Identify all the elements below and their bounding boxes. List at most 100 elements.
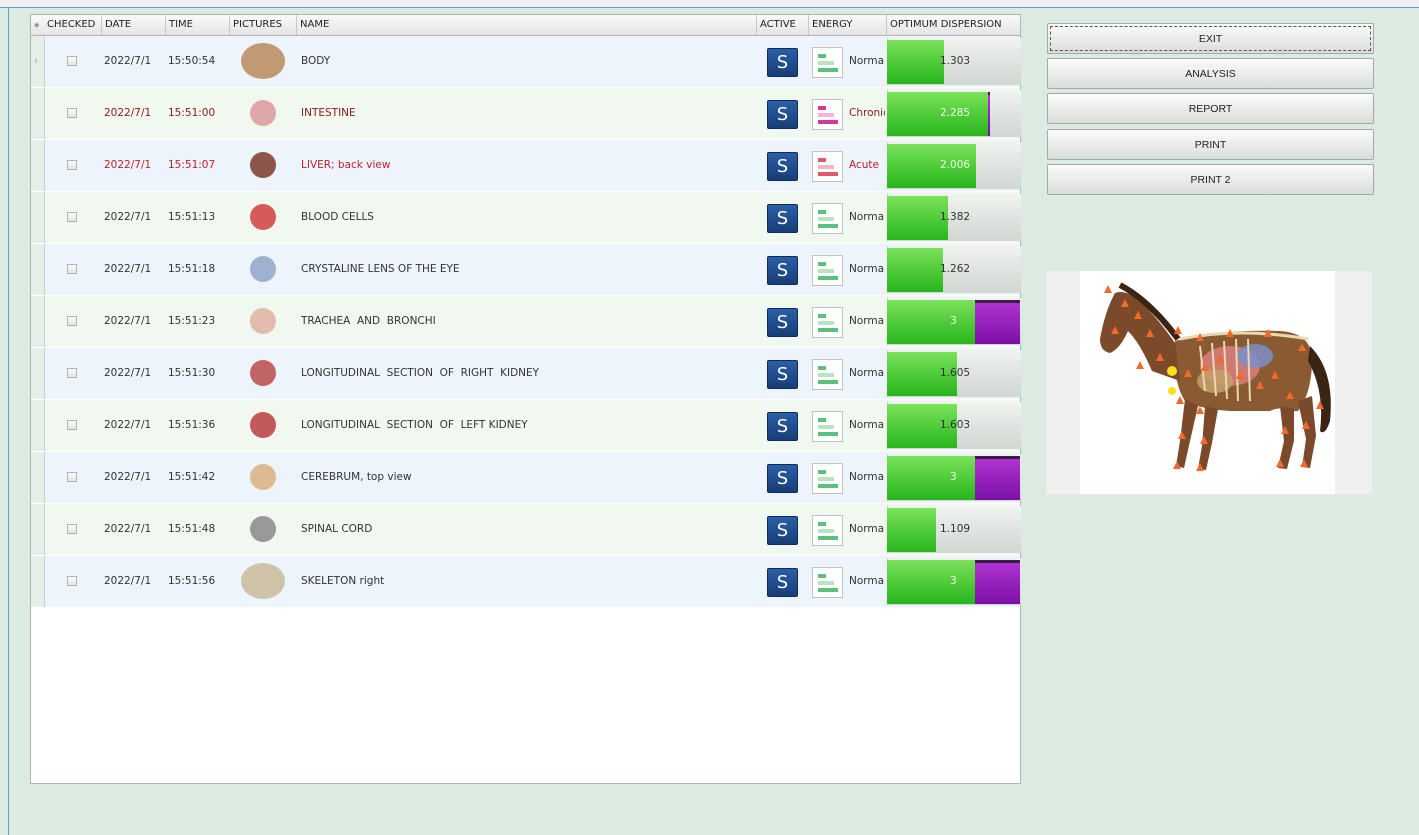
row-date: 2022/7/1 <box>104 159 152 171</box>
row-time: 15:51:23 <box>168 315 216 327</box>
table-row[interactable]: 2022/7/1 15:51:42 CEREBRUM, top view S N… <box>31 452 1021 503</box>
window-top-border <box>0 0 1419 8</box>
row-date: 2022/7/1 <box>104 211 152 223</box>
energy-bars-icon <box>812 567 843 598</box>
organ-thumbnail-image <box>237 350 289 396</box>
row-time: 15:51:48 <box>168 523 216 535</box>
row-energy: Norma <box>849 315 885 327</box>
print-2-button[interactable]: PRINT 2 <box>1047 164 1374 195</box>
row-checkbox[interactable] <box>67 160 77 170</box>
table-row[interactable]: 2022/7/1 15:51:07 LIVER; back view S Acu… <box>31 140 1021 191</box>
row-checkbox[interactable] <box>67 420 77 430</box>
row-checkbox[interactable] <box>67 524 77 534</box>
table-row[interactable]: 2022/7/1 15:51:56 SKELETON right S Norma… <box>31 556 1021 607</box>
row-name: LONGITUDINAL SECTION OF RIGHT KIDNEY <box>301 367 540 379</box>
row-selector[interactable]: › <box>31 36 45 87</box>
row-date: 2022/7/1 <box>104 315 152 327</box>
row-checkbox[interactable] <box>67 576 77 586</box>
row-time: 15:51:42 <box>168 471 216 483</box>
window-left-border <box>8 7 9 835</box>
active-s-button[interactable]: S <box>767 360 798 389</box>
row-checkbox[interactable] <box>67 264 77 274</box>
row-selector[interactable] <box>31 556 45 607</box>
active-s-button[interactable]: S <box>767 48 798 77</box>
row-energy: Norma <box>849 263 885 275</box>
row-checkbox[interactable] <box>67 472 77 482</box>
row-time: 15:51:56 <box>168 575 216 587</box>
table-row[interactable]: 2022/7/1 15:51:36 LONGITUDINAL SECTION O… <box>31 400 1021 451</box>
row-name: BODY <box>301 55 331 67</box>
header-checked[interactable]: CHECKED <box>44 15 102 35</box>
organ-thumbnail-image <box>237 194 289 240</box>
table-row[interactable]: 2022/7/1 15:51:00 INTESTINE S Chronic 2.… <box>31 88 1021 139</box>
organ-thumbnail-image <box>237 90 289 136</box>
row-selector[interactable] <box>31 244 45 295</box>
active-s-button[interactable]: S <box>767 568 798 597</box>
exit-button[interactable]: EXIT <box>1047 23 1374 54</box>
print-button[interactable]: PRINT <box>1047 129 1374 160</box>
active-s-button[interactable]: S <box>767 516 798 545</box>
active-s-button[interactable]: S <box>767 100 798 129</box>
analysis-button[interactable]: ANALYSIS <box>1047 58 1374 89</box>
header-energy[interactable]: ENERGY <box>809 15 887 35</box>
table-row[interactable]: 2022/7/1 15:51:13 BLOOD CELLS S Norma 1.… <box>31 192 1021 243</box>
row-time: 15:51:30 <box>168 367 216 379</box>
report-button[interactable]: REPORT <box>1047 93 1374 124</box>
row-selector[interactable] <box>31 400 45 451</box>
row-dispersion-value: 2.285 <box>940 107 971 119</box>
active-s-button[interactable]: S <box>767 204 798 233</box>
active-s-button[interactable]: S <box>767 308 798 337</box>
grid-header: ◆ CHECKED DATE TIME PICTURES NAME ACTIVE… <box>31 15 1020 36</box>
horse-anatomy-svg <box>1100 282 1331 471</box>
energy-bars-icon <box>812 359 843 390</box>
organ-thumbnail-image <box>237 558 289 604</box>
dispersion-fill <box>887 508 936 552</box>
header-date[interactable]: DATE <box>102 15 166 35</box>
results-grid[interactable]: ◆ CHECKED DATE TIME PICTURES NAME ACTIVE… <box>30 14 1021 784</box>
row-time: 15:50:54 <box>168 55 216 67</box>
header-active[interactable]: ACTIVE <box>757 15 809 35</box>
row-checkbox[interactable] <box>67 108 77 118</box>
row-dispersion-value: 1.382 <box>940 211 971 223</box>
table-row[interactable]: › 2022/7/1 15:50:54 BODY S Norma 1.303 <box>31 36 1021 87</box>
active-s-button[interactable]: S <box>767 152 798 181</box>
header-pictures[interactable]: PICTURES <box>230 15 297 35</box>
table-row[interactable]: 2022/7/1 15:51:23 TRACHEA AND BRONCHI S … <box>31 296 1021 347</box>
row-name: TRACHEA AND BRONCHI <box>301 315 436 327</box>
row-dispersion-value: 1.262 <box>940 263 971 275</box>
row-selector[interactable] <box>31 296 45 347</box>
table-row[interactable]: 2022/7/1 15:51:30 LONGITUDINAL SECTION O… <box>31 348 1021 399</box>
table-row[interactable]: 2022/7/1 15:51:18 CRYSTALINE LENS OF THE… <box>31 244 1021 295</box>
active-s-button[interactable]: S <box>767 412 798 441</box>
row-dispersion-value: 3 <box>950 471 957 483</box>
energy-bars-icon <box>812 515 843 546</box>
row-checkbox[interactable] <box>67 316 77 326</box>
dispersion-fill <box>887 40 944 84</box>
header-optimum-dispersion[interactable]: OPTIMUM DISPERSION <box>887 15 1020 35</box>
row-name: SKELETON right <box>301 575 385 587</box>
row-checkbox[interactable] <box>67 212 77 222</box>
row-selector[interactable] <box>31 452 45 503</box>
active-s-button[interactable]: S <box>767 464 798 493</box>
row-dispersion-value: 1.603 <box>940 419 971 431</box>
organ-thumbnail-image <box>237 298 289 344</box>
row-name: LONGITUDINAL SECTION OF LEFT KIDNEY <box>301 419 528 431</box>
row-selector[interactable] <box>31 88 45 139</box>
row-checkbox[interactable] <box>67 368 77 378</box>
row-name: CRYSTALINE LENS OF THE EYE <box>301 263 460 275</box>
row-time: 15:51:18 <box>168 263 216 275</box>
row-name: BLOOD CELLS <box>301 211 374 223</box>
row-selector[interactable] <box>31 192 45 243</box>
header-time[interactable]: TIME <box>166 15 230 35</box>
row-selector[interactable] <box>31 140 45 191</box>
current-row-arrow-icon: › <box>34 54 39 67</box>
dispersion-fill <box>887 560 975 604</box>
row-time: 15:51:07 <box>168 159 216 171</box>
row-checkbox[interactable] <box>67 56 77 66</box>
row-selector[interactable] <box>31 348 45 399</box>
active-s-button[interactable]: S <box>767 256 798 285</box>
table-row[interactable]: 2022/7/1 15:51:48 SPINAL CORD S Norma 1.… <box>31 504 1021 555</box>
header-name[interactable]: NAME <box>297 15 757 35</box>
organ-thumbnail-image <box>237 142 289 188</box>
row-selector[interactable] <box>31 504 45 555</box>
